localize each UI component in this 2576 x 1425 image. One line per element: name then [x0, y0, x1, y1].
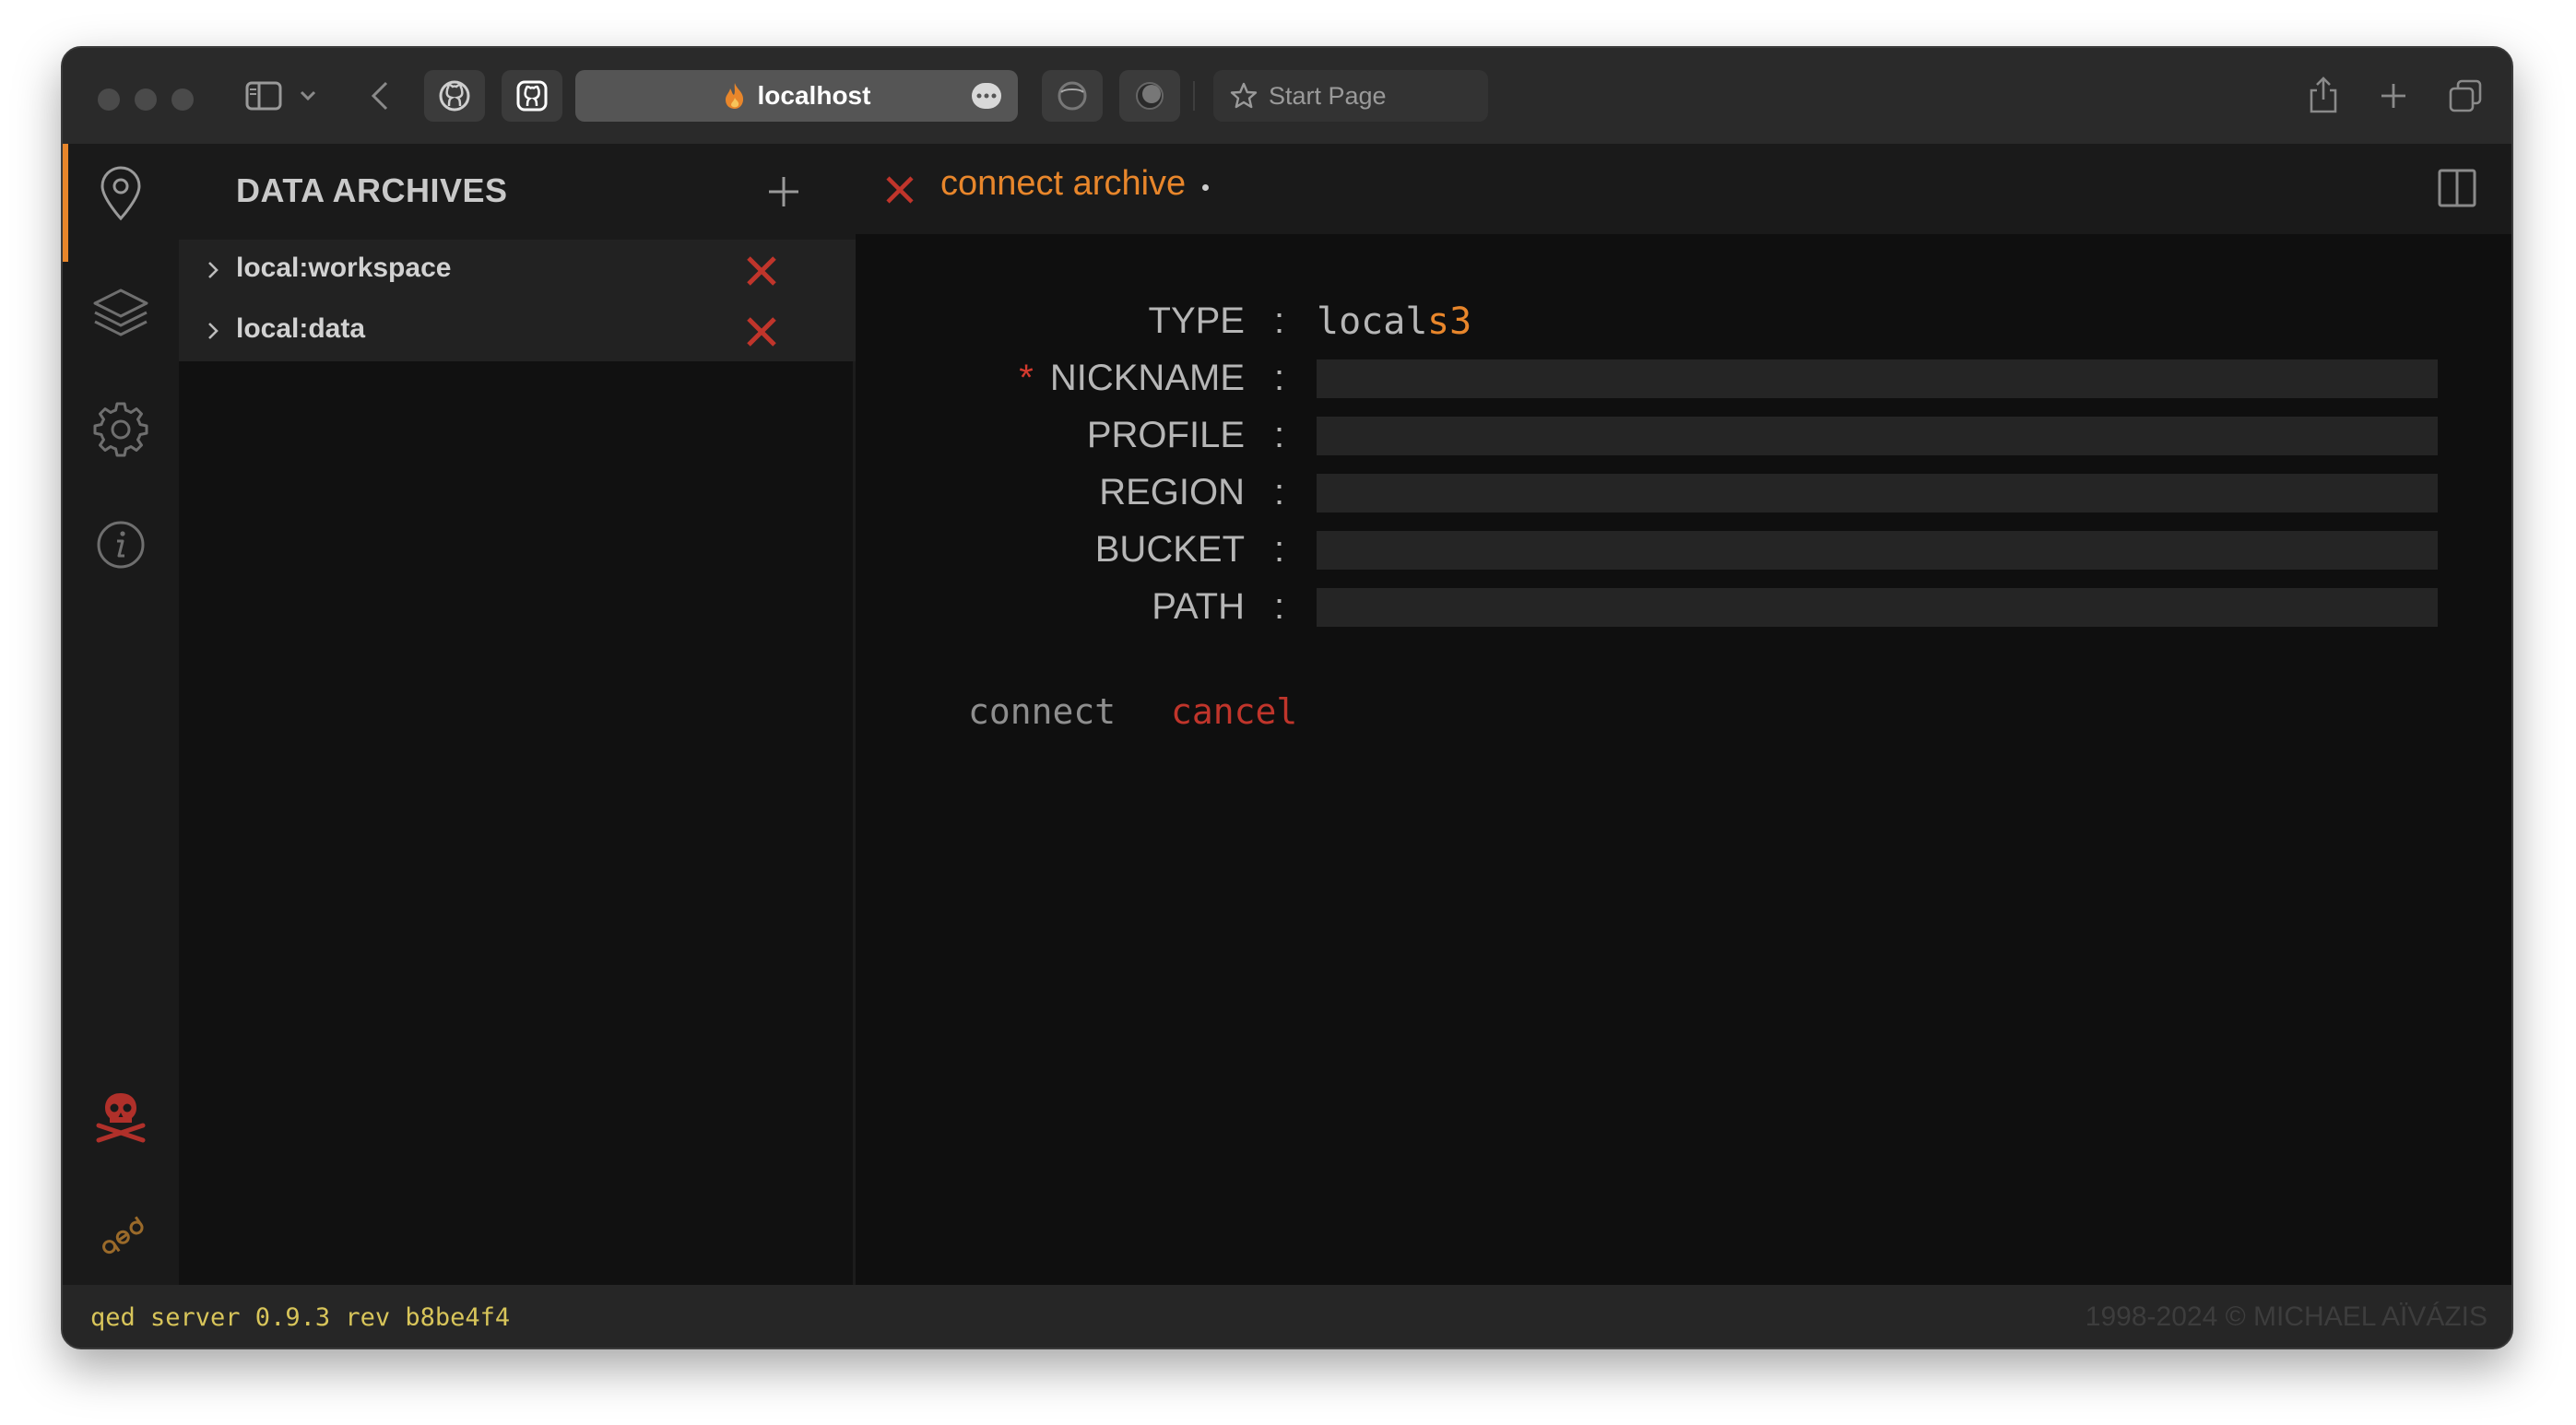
- bucket-input[interactable]: [1317, 531, 2438, 570]
- path-input[interactable]: [1317, 588, 2438, 627]
- colon: :: [1274, 472, 1285, 512]
- explorer-header: DATA ARCHIVES: [179, 144, 856, 240]
- dark-circle-icon: [1136, 82, 1164, 110]
- layers-icon: [93, 289, 148, 336]
- region-row: REGION :: [856, 470, 2511, 514]
- qed-logo-icon: [102, 1216, 144, 1254]
- type-row: TYPE : local s3: [856, 299, 2511, 343]
- tab-connect-archive[interactable]: connect archive: [940, 164, 1186, 204]
- chevron-right-icon[interactable]: [207, 260, 219, 280]
- type-label: TYPE: [1148, 300, 1245, 341]
- profile-label: PROFILE: [1086, 415, 1245, 455]
- maximize-window-button[interactable]: [171, 88, 194, 111]
- nickname-row: * NICKNAME :: [856, 356, 2511, 400]
- add-archive-button[interactable]: [763, 171, 804, 212]
- archive-item[interactable]: local:data: [179, 300, 856, 361]
- chevron-right-icon[interactable]: [207, 321, 219, 341]
- gear-icon: [93, 402, 148, 457]
- tab-thumbnail-button[interactable]: [1042, 70, 1103, 122]
- archive-item-label: local:data: [236, 313, 366, 344]
- status-bar: qed server 0.9.3 rev b8be4f4 1998-2024 ©…: [63, 1285, 2511, 1348]
- more-options-icon[interactable]: [972, 83, 1001, 109]
- archive-item[interactable]: local:workspace: [179, 240, 856, 300]
- activity-info[interactable]: [63, 494, 179, 595]
- required-marker: *: [1019, 358, 1034, 398]
- github-icon: [516, 80, 548, 112]
- explorer-title: DATA ARCHIVES: [236, 171, 508, 209]
- server-version: qed server 0.9.3 rev b8be4f4: [90, 1303, 511, 1332]
- explorer-panel: DATA ARCHIVES local:workspace local:data: [179, 144, 856, 1285]
- chevron-down-icon[interactable]: [297, 85, 319, 107]
- back-icon[interactable]: [363, 79, 396, 112]
- sidebar-toggle-icon[interactable]: [243, 79, 284, 112]
- start-page-label: Start Page: [1269, 81, 1387, 110]
- activity-stop-server[interactable]: [63, 1066, 179, 1167]
- editor-panel: connect archive TYPE : local s3 * NICKNAM…: [856, 144, 2511, 1285]
- close-window-button[interactable]: [98, 88, 120, 111]
- editor-tab-bar: connect archive: [856, 144, 2511, 234]
- activity-about[interactable]: [63, 1184, 179, 1285]
- nickname-label-text: NICKNAME: [1049, 358, 1245, 398]
- profile-row: PROFILE :: [856, 413, 2511, 457]
- colon: :: [1274, 586, 1285, 627]
- connect-button[interactable]: connect: [968, 691, 1116, 732]
- skull-icon: [96, 1093, 146, 1143]
- disconnect-archive-icon[interactable]: [743, 313, 780, 350]
- path-label: PATH: [1152, 586, 1245, 627]
- path-row: PATH :: [856, 584, 2511, 629]
- bucket-label: BUCKET: [1094, 529, 1245, 570]
- bucket-row: BUCKET :: [856, 527, 2511, 571]
- browser-toolbar: localhost Start Page: [63, 48, 2511, 144]
- nickname-input[interactable]: [1317, 359, 2438, 398]
- address-bar[interactable]: localhost: [575, 70, 1018, 122]
- github-icon: [439, 80, 470, 112]
- url-text: localhost: [757, 81, 871, 110]
- new-tab-icon[interactable]: [2375, 77, 2412, 114]
- colon: :: [1274, 300, 1285, 341]
- colon: :: [1274, 415, 1285, 455]
- type-option-local[interactable]: local: [1317, 300, 1427, 343]
- archive-list: local:workspace local:data: [179, 240, 856, 361]
- close-tab-icon[interactable]: [883, 173, 916, 206]
- activity-bar: [63, 144, 179, 1285]
- github-tab-button-2[interactable]: [502, 70, 562, 122]
- tab-thumbnail-button-2[interactable]: [1119, 70, 1180, 122]
- github-tab-button[interactable]: [424, 70, 485, 122]
- start-page-field[interactable]: Start Page: [1213, 70, 1488, 122]
- location-pin-icon: [100, 166, 141, 221]
- toolbar-divider: [1193, 81, 1195, 111]
- tab-modified-dot: [1202, 184, 1209, 191]
- profile-input[interactable]: [1317, 417, 2438, 455]
- colon: :: [1274, 529, 1285, 570]
- colon: :: [1274, 358, 1285, 398]
- nickname-label: * NICKNAME: [1019, 358, 1245, 399]
- reload-circle-icon: [1058, 81, 1087, 111]
- tab-overview-icon[interactable]: [2445, 76, 2486, 116]
- archive-item-label: local:workspace: [236, 253, 452, 283]
- star-icon: [1230, 82, 1258, 109]
- cancel-button[interactable]: cancel: [1171, 691, 1297, 732]
- minimize-window-button[interactable]: [135, 88, 157, 111]
- info-icon: [97, 521, 145, 569]
- copyright: 1998-2024 © MICHAEL AÏVÁZIS: [2085, 1301, 2487, 1332]
- browser-window: localhost Start Page DATA ARCHIVES local…: [61, 46, 2513, 1349]
- region-input[interactable]: [1317, 474, 2438, 512]
- activity-layers[interactable]: [63, 262, 179, 363]
- plus-icon: [769, 177, 798, 206]
- disconnect-archive-icon[interactable]: [743, 253, 780, 289]
- activity-explore[interactable]: [63, 144, 179, 262]
- type-option-s3[interactable]: s3: [1427, 300, 1471, 343]
- activity-settings[interactable]: [63, 378, 179, 479]
- split-editor-icon[interactable]: [2437, 168, 2477, 208]
- flame-icon: [725, 83, 743, 109]
- region-label: REGION: [1099, 472, 1245, 512]
- share-icon[interactable]: [2305, 74, 2342, 116]
